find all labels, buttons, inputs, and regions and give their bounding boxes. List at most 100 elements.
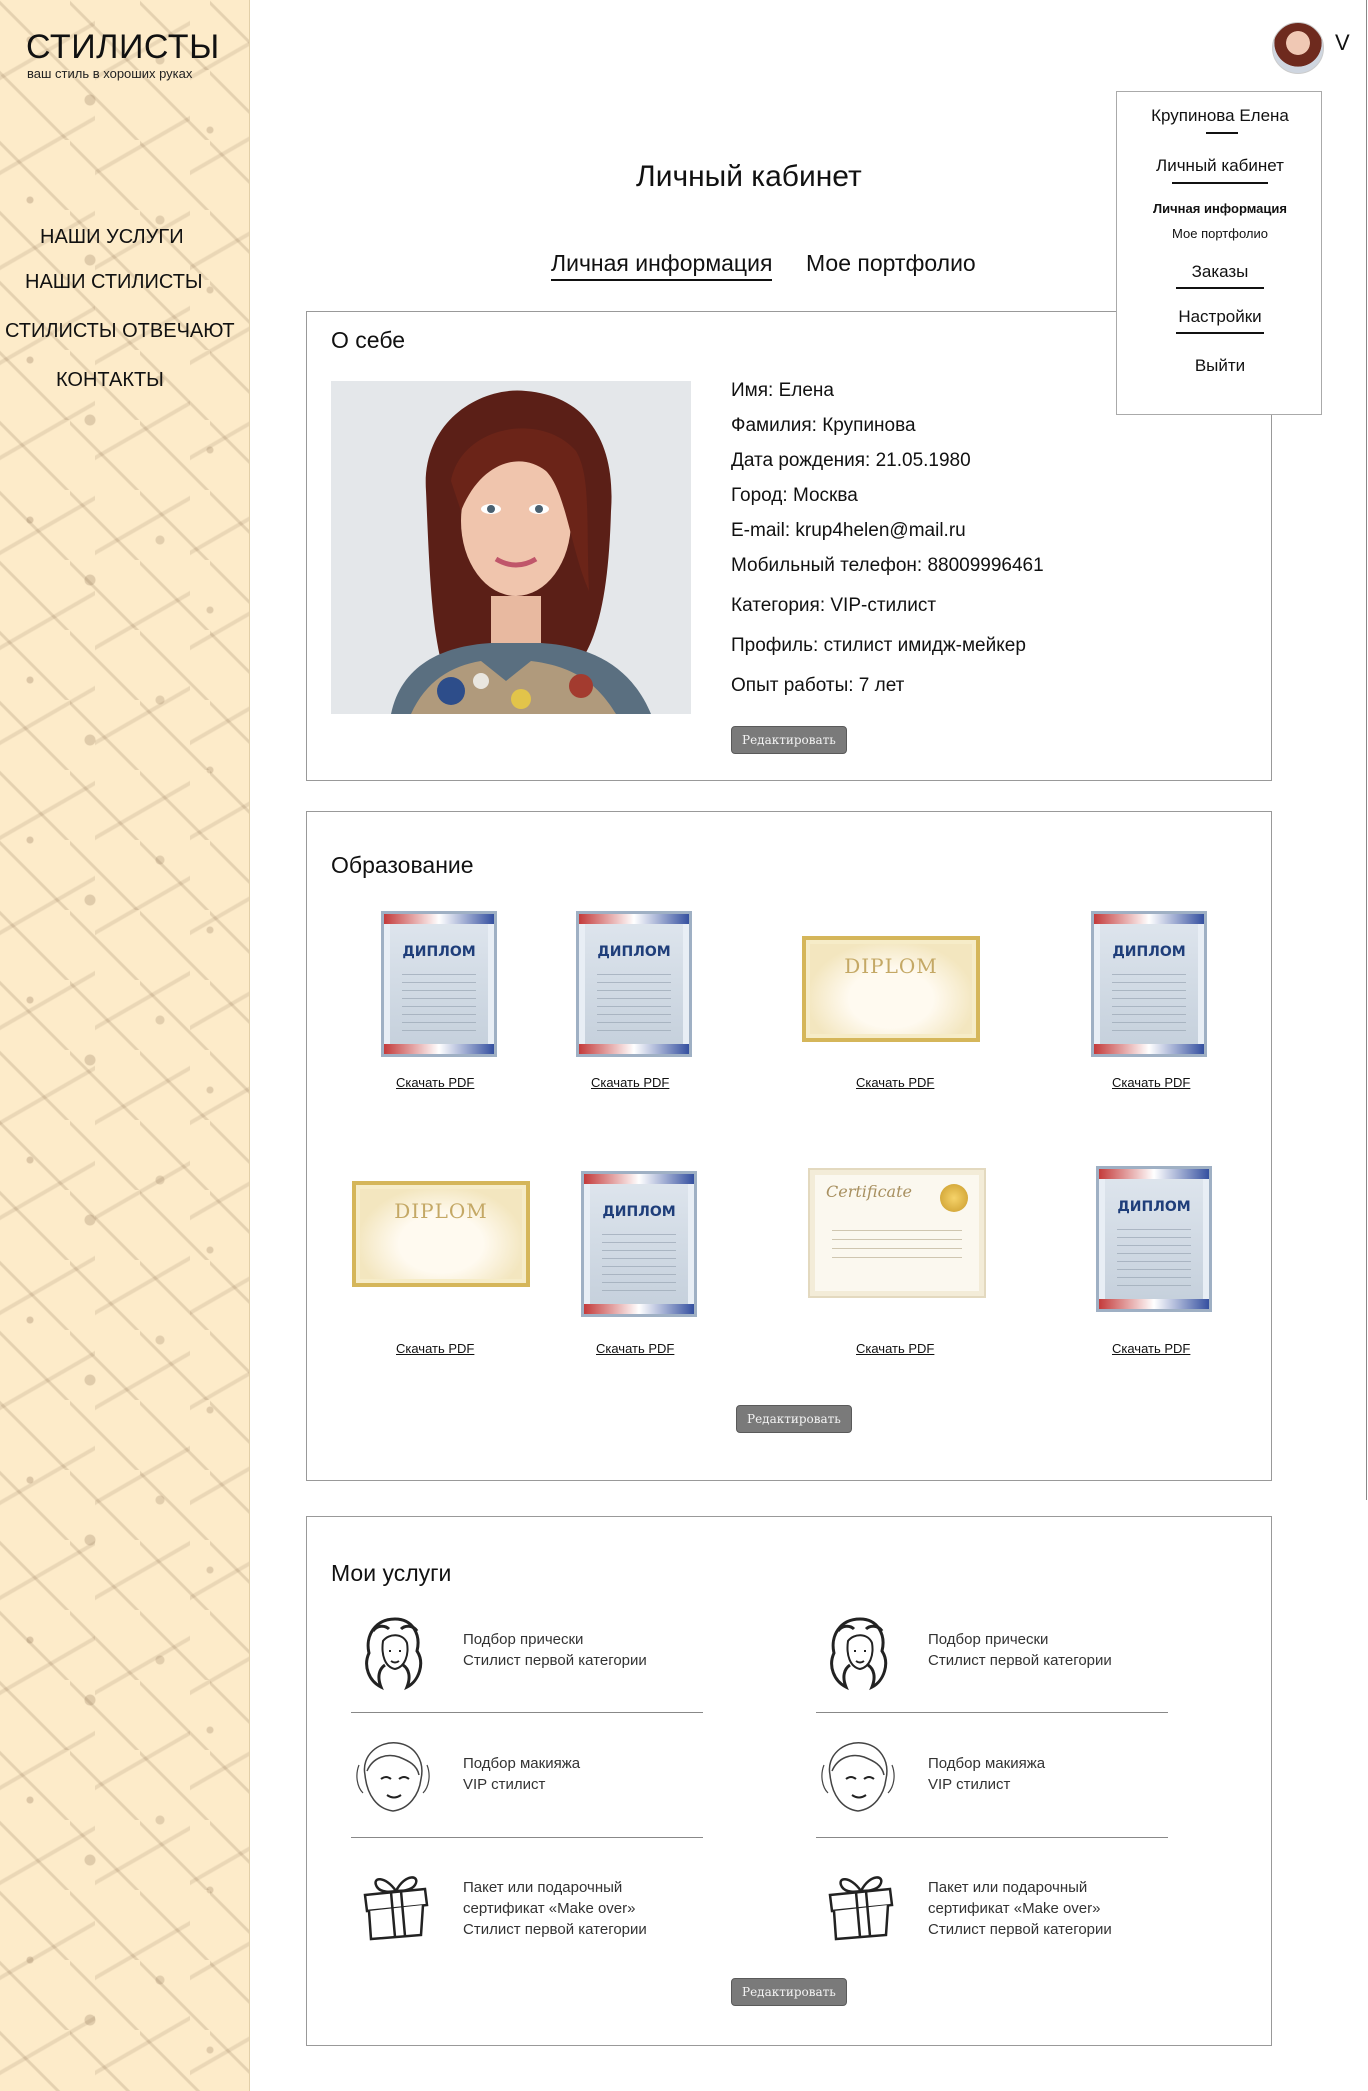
download-pdf-link[interactable]: Скачать PDF xyxy=(396,1075,474,1090)
download-pdf-link[interactable]: Скачать PDF xyxy=(856,1075,934,1090)
services-card: Мои услуги Подбор прически Стилист перво… xyxy=(306,1516,1272,2046)
diploma-lines xyxy=(597,974,671,1034)
diploma-band xyxy=(1094,1044,1204,1054)
diploma-word: ДИПЛОМ xyxy=(1112,944,1186,960)
diploma-band xyxy=(384,914,494,924)
diploma-thumbnail[interactable]: ДИПЛОМ xyxy=(1096,1166,1212,1312)
diploma-thumbnail[interactable]: DIPLOM xyxy=(802,936,980,1042)
download-pdf-link[interactable]: Скачать PDF xyxy=(596,1341,674,1356)
diploma-word: DIPLOM xyxy=(394,1199,488,1223)
download-pdf-link[interactable]: Скачать PDF xyxy=(591,1075,669,1090)
diploma-thumbnail[interactable]: DIPLOM xyxy=(352,1181,530,1287)
field-category: Категория: VIP-стилист xyxy=(731,595,937,616)
diploma-band xyxy=(1094,914,1204,924)
diploma-band xyxy=(584,1174,694,1184)
field-profile: Профиль: стилист имидж-мейкер xyxy=(731,635,1026,656)
service-divider xyxy=(816,1712,1168,1713)
education-title: Образование xyxy=(331,852,474,878)
dropdown-item-cabinet[interactable]: Личный кабинет xyxy=(1117,156,1323,176)
field-phone: Мобильный телефон: 88009996461 xyxy=(731,555,1044,576)
service-title: Подбор макияжа xyxy=(463,1755,581,1772)
diploma-lines xyxy=(1117,1229,1191,1289)
service-text: Пакет или подарочный сертификат «Make ov… xyxy=(463,1877,647,1940)
dropdown-item-orders[interactable]: Заказы xyxy=(1117,262,1323,282)
field-experience: Опыт работы: 7 лет xyxy=(731,675,905,696)
user-avatar[interactable] xyxy=(1272,22,1324,74)
dropdown-divider xyxy=(1176,332,1264,334)
education-card: Образование ДИПЛОМ Скачать PDF ДИПЛОМ Ск… xyxy=(306,811,1272,1481)
service-subtitle: сертификат «Make over» xyxy=(463,1900,636,1917)
service-text: Подбор макияжа VIP стилист xyxy=(463,1753,580,1795)
service-category: Стилист первой категории xyxy=(928,1652,1112,1669)
field-last-name: Фамилия: Крупинова xyxy=(731,415,916,436)
certificate-thumbnail[interactable]: Certificate xyxy=(808,1168,986,1298)
download-pdf-link[interactable]: Скачать PDF xyxy=(1112,1341,1190,1356)
nav-our-stylists[interactable]: НАШИ СТИЛИСТЫ xyxy=(25,271,203,294)
nav-our-services[interactable]: НАШИ УСЛУГИ xyxy=(40,226,184,249)
sidebar: СТИЛИСТЫ ваш стиль в хороших руках НАШИ … xyxy=(0,0,250,2091)
diploma-thumbnail[interactable]: ДИПЛОМ xyxy=(381,911,497,1057)
makeup-icon xyxy=(356,1742,430,1812)
gift-icon xyxy=(363,1876,429,1941)
field-birth-date: Дата рождения: 21.05.1980 xyxy=(731,450,971,471)
dropdown-divider xyxy=(1172,182,1268,184)
diploma-thumbnail[interactable]: ДИПЛОМ xyxy=(576,911,692,1057)
diploma-band xyxy=(579,1044,689,1054)
service-title: Пакет или подарочный xyxy=(463,1879,623,1896)
tab-personal-info[interactable]: Личная информация xyxy=(551,250,773,281)
about-title: О себе xyxy=(331,327,406,353)
diploma-band xyxy=(584,1304,694,1314)
service-divider xyxy=(351,1712,703,1713)
diploma-thumbnail[interactable]: ДИПЛОМ xyxy=(581,1171,697,1317)
dropdown-item-logout[interactable]: Выйти xyxy=(1117,356,1323,376)
dropdown-divider xyxy=(1206,132,1238,134)
service-subtitle: сертификат «Make over» xyxy=(928,1900,1101,1917)
education-edit-button[interactable]: Редактировать xyxy=(736,1405,852,1433)
diploma-band xyxy=(579,914,689,924)
gift-icon xyxy=(828,1876,894,1941)
download-pdf-link[interactable]: Скачать PDF xyxy=(1112,1075,1190,1090)
certificate-lines xyxy=(832,1230,962,1260)
chevron-down-icon[interactable]: V xyxy=(1335,30,1350,56)
seal-icon xyxy=(940,1184,968,1212)
service-category: VIP стилист xyxy=(928,1776,1011,1793)
diploma-thumbnail[interactable]: ДИПЛОМ xyxy=(1091,911,1207,1057)
nav-stylists-answer[interactable]: СТИЛИСТЫ ОТВЕЧАЮТ xyxy=(5,320,235,343)
diploma-word: ДИПЛОМ xyxy=(402,944,476,960)
hair-icon xyxy=(830,1617,888,1691)
service-text: Подбор макияжа VIP стилист xyxy=(928,1753,1045,1795)
page-title: Личный кабинет xyxy=(636,160,862,193)
service-divider xyxy=(351,1837,703,1838)
diploma-band xyxy=(1099,1299,1209,1309)
service-category: Стилист первой категории xyxy=(463,1921,647,1938)
diploma-word: ДИПЛОМ xyxy=(1117,1199,1191,1215)
field-city: Город: Москва xyxy=(731,485,858,506)
window-edge xyxy=(1366,0,1367,1500)
diploma-lines xyxy=(1112,974,1186,1034)
dropdown-item-settings[interactable]: Настройки xyxy=(1117,307,1323,327)
dropdown-user-name: Крупинова Елена xyxy=(1151,106,1289,125)
dropdown-item-portfolio[interactable]: Мое портфолио xyxy=(1117,226,1323,241)
service-title: Подбор прически xyxy=(463,1631,584,1648)
dropdown-item-personal-info[interactable]: Личная информация xyxy=(1117,201,1323,216)
dropdown-divider xyxy=(1176,287,1264,289)
diploma-word: ДИПЛОМ xyxy=(597,944,671,960)
service-category: Стилист первой категории xyxy=(463,1652,647,1669)
services-edit-button[interactable]: Редактировать xyxy=(731,1978,847,2006)
service-title: Подбор прически xyxy=(928,1631,1049,1648)
field-email: E-mail: krup4helen@mail.ru xyxy=(731,520,966,541)
service-text: Подбор прически Стилист первой категории xyxy=(928,1629,1112,1671)
about-edit-button[interactable]: Редактировать xyxy=(731,726,847,754)
logo-title[interactable]: СТИЛИСТЫ xyxy=(26,28,220,67)
download-pdf-link[interactable]: Скачать PDF xyxy=(396,1341,474,1356)
service-category: VIP стилист xyxy=(463,1776,546,1793)
diploma-band xyxy=(384,1044,494,1054)
services-title: Мои услуги xyxy=(331,1560,452,1586)
download-pdf-link[interactable]: Скачать PDF xyxy=(856,1341,934,1356)
hair-icon xyxy=(365,1617,423,1691)
tab-portfolio[interactable]: Мое портфолио xyxy=(806,250,976,277)
logo-tagline: ваш стиль в хороших руках xyxy=(27,66,193,81)
makeup-icon xyxy=(821,1742,895,1812)
nav-contacts[interactable]: КОНТАКТЫ xyxy=(56,369,164,392)
user-dropdown-menu: Крупинова Елена Личный кабинет Личная ин… xyxy=(1116,91,1322,415)
